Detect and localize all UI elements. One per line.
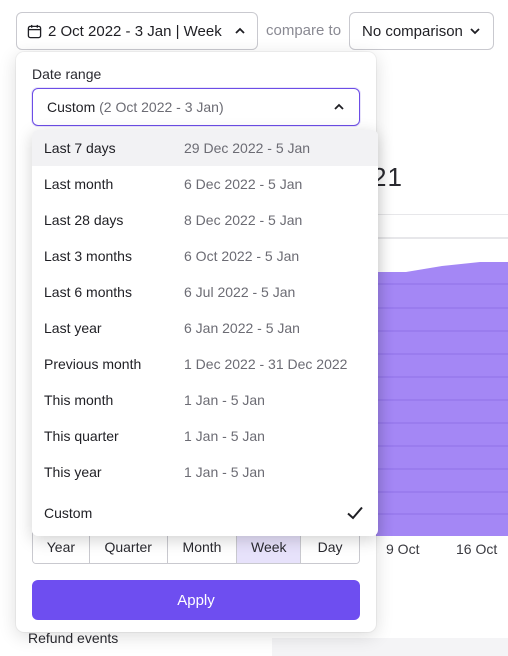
option-name: Last 7 days: [44, 140, 116, 156]
date-range-select-main: Custom: [47, 99, 96, 115]
option-range: 6 Jul 2022 - 5 Jan: [184, 284, 296, 300]
chevron-up-icon: [235, 27, 245, 34]
option-name: Last year: [44, 320, 102, 336]
x-tick-label: 16 Oct: [456, 541, 498, 557]
chevron-down-icon: [470, 28, 480, 35]
date-range-button[interactable]: 2 Oct 2022 - 3 Jan | Week: [16, 12, 258, 50]
date-range-options-list: Last 7 days 29 Dec 2022 - 5 Jan Last mon…: [32, 130, 378, 536]
comparison-select-value: No comparison: [362, 22, 463, 40]
option-name: Last 28 days: [44, 212, 124, 228]
option-custom[interactable]: Custom: [32, 490, 378, 536]
option-name: This year: [44, 464, 102, 480]
compare-to-label: compare to: [266, 22, 342, 39]
option-name: Last 3 months: [44, 248, 132, 264]
option-last-6-months[interactable]: Last 6 months 6 Jul 2022 - 5 Jan: [32, 274, 378, 310]
option-name: Last 6 months: [44, 284, 132, 300]
checkmark-icon: [347, 506, 363, 520]
option-this-month[interactable]: This month 1 Jan - 5 Jan: [32, 382, 378, 418]
calendar-icon: [27, 24, 42, 38]
date-range-select[interactable]: Custom (2 Oct 2022 - 3 Jan): [32, 88, 360, 126]
option-last-3-months[interactable]: Last 3 months 6 Oct 2022 - 5 Jan: [32, 238, 378, 274]
option-range: 6 Jan 2022 - 5 Jan: [184, 320, 300, 336]
option-name: This quarter: [44, 428, 119, 444]
option-range: 8 Dec 2022 - 5 Jan: [184, 212, 303, 228]
option-last-28-days[interactable]: Last 28 days 8 Dec 2022 - 5 Jan: [32, 202, 378, 238]
option-range: 1 Dec 2022 - 31 Dec 2022: [184, 356, 348, 372]
date-range-select-sub: (2 Oct 2022 - 3 Jan): [99, 99, 224, 115]
option-name: This month: [44, 392, 114, 408]
chevron-up-icon: [334, 103, 344, 110]
apply-button[interactable]: Apply: [32, 580, 360, 620]
option-range: 1 Jan - 5 Jan: [184, 392, 265, 408]
option-range: 1 Jan - 5 Jan: [184, 428, 265, 444]
option-previous-month[interactable]: Previous month 1 Dec 2022 - 31 Dec 2022: [32, 346, 378, 382]
x-tick-label: 9 Oct: [386, 541, 420, 557]
option-range: 6 Oct 2022 - 5 Jan: [184, 248, 300, 264]
option-range: 6 Dec 2022 - 5 Jan: [184, 176, 303, 192]
background-panel: [272, 638, 508, 656]
date-range-select-value: Custom (2 Oct 2022 - 3 Jan): [47, 99, 224, 115]
option-name: Previous month: [44, 356, 142, 372]
option-name: Last month: [44, 176, 114, 192]
date-range-label: Date range: [32, 66, 102, 82]
date-range-button-label: 2 Oct 2022 - 3 Jan | Week: [48, 22, 222, 40]
option-range: 29 Dec 2022 - 5 Jan: [184, 140, 311, 156]
background-area-chart: [370, 214, 508, 536]
option-this-quarter[interactable]: This quarter 1 Jan - 5 Jan: [32, 418, 378, 454]
option-name: Custom: [44, 505, 93, 521]
option-last-7-days[interactable]: Last 7 days 29 Dec 2022 - 5 Jan: [32, 130, 378, 166]
option-this-year[interactable]: This year 1 Jan - 5 Jan: [32, 454, 378, 490]
option-last-month[interactable]: Last month 6 Dec 2022 - 5 Jan: [32, 166, 378, 202]
comparison-select[interactable]: No comparison: [349, 12, 494, 50]
refund-events-label: Refund events: [28, 630, 119, 646]
option-last-year[interactable]: Last year 6 Jan 2022 - 5 Jan: [32, 310, 378, 346]
option-range: 1 Jan - 5 Jan: [184, 464, 265, 480]
